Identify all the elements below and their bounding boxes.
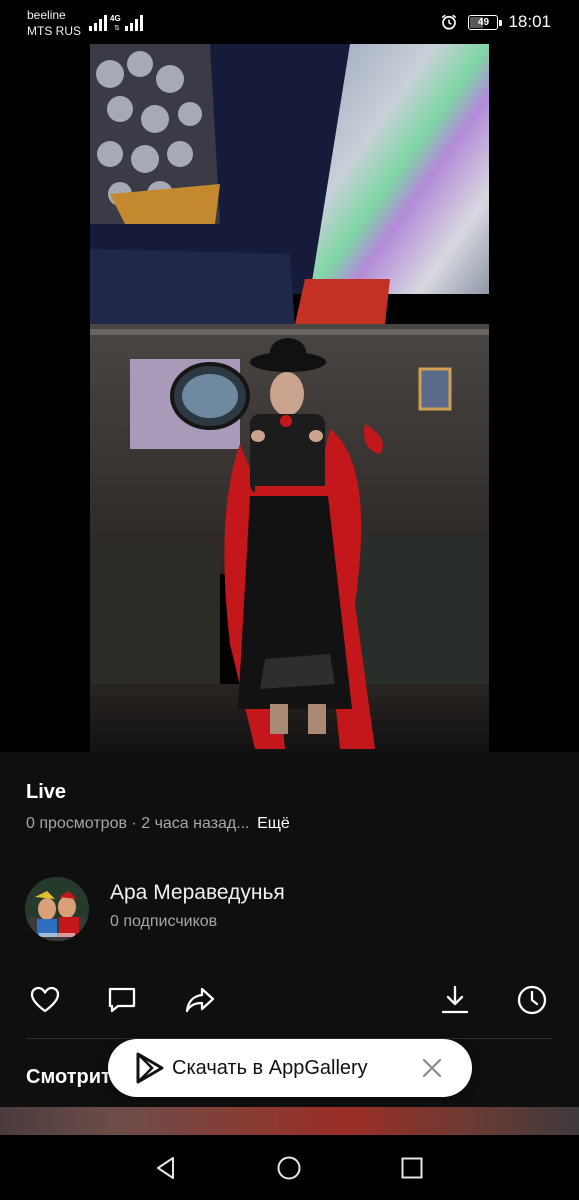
back-icon [157,1157,174,1179]
share-icon [185,987,215,1013]
heart-icon [30,986,60,1013]
download-icon [441,985,469,1014]
carrier-secondary: MTS RUS [27,24,81,38]
next-video-thumbnail[interactable] [0,1107,579,1135]
alarm-icon [442,14,457,30]
comment-button[interactable] [102,980,142,1020]
home-button[interactable] [274,1153,304,1183]
action-row [0,980,579,1022]
recents-icon [401,1157,423,1179]
video-player[interactable] [0,44,579,752]
carrier-info: beeline MTS RUS [27,7,81,39]
back-button[interactable] [151,1153,181,1183]
video-thumbnail [90,44,489,752]
watch-later-icon [517,985,547,1015]
play-store-icon [136,1052,164,1084]
home-icon [277,1156,301,1180]
meta-separator: · [131,815,137,832]
battery-indicator: 49 [468,14,503,30]
channel-avatar[interactable] [25,877,89,941]
avatar-image [25,877,89,941]
like-button[interactable] [25,980,65,1020]
banner-text[interactable]: Скачать в AppGallery [172,1057,368,1080]
comment-icon [108,987,136,1013]
upload-age: 2 часа назад... [141,815,250,832]
video-frame[interactable] [90,44,489,752]
video-title: Live [26,781,67,803]
carrier-primary: beeline [27,8,66,22]
network-type-label: 4G [110,14,121,23]
recents-button[interactable] [397,1153,427,1183]
watch-later-button[interactable] [512,980,552,1020]
download-button[interactable] [435,980,475,1020]
svg-text:⇅: ⇅ [114,25,120,32]
close-icon[interactable] [420,1056,444,1080]
system-nav-bar [0,1135,579,1200]
more-button[interactable]: Ещё [257,815,290,832]
share-button[interactable] [180,980,220,1020]
clock: 18:01 [508,12,551,31]
battery-level: 49 [477,16,490,28]
signal-icon: 4G ⇅ [89,14,143,32]
channel-name[interactable]: Ара Мераведунья [110,881,285,905]
video-meta: 0 просмотров · 2 часа назад... Ещё [26,815,290,833]
subscriber-count: 0 подписчиков [110,913,218,930]
view-count: 0 просмотров [26,815,127,832]
status-right: 49 18:01 [440,12,551,32]
appgallery-banner[interactable]: Скачать в AppGallery [108,1039,472,1097]
status-bar: beeline MTS RUS 4G ⇅ 49 18:01 [0,0,579,44]
